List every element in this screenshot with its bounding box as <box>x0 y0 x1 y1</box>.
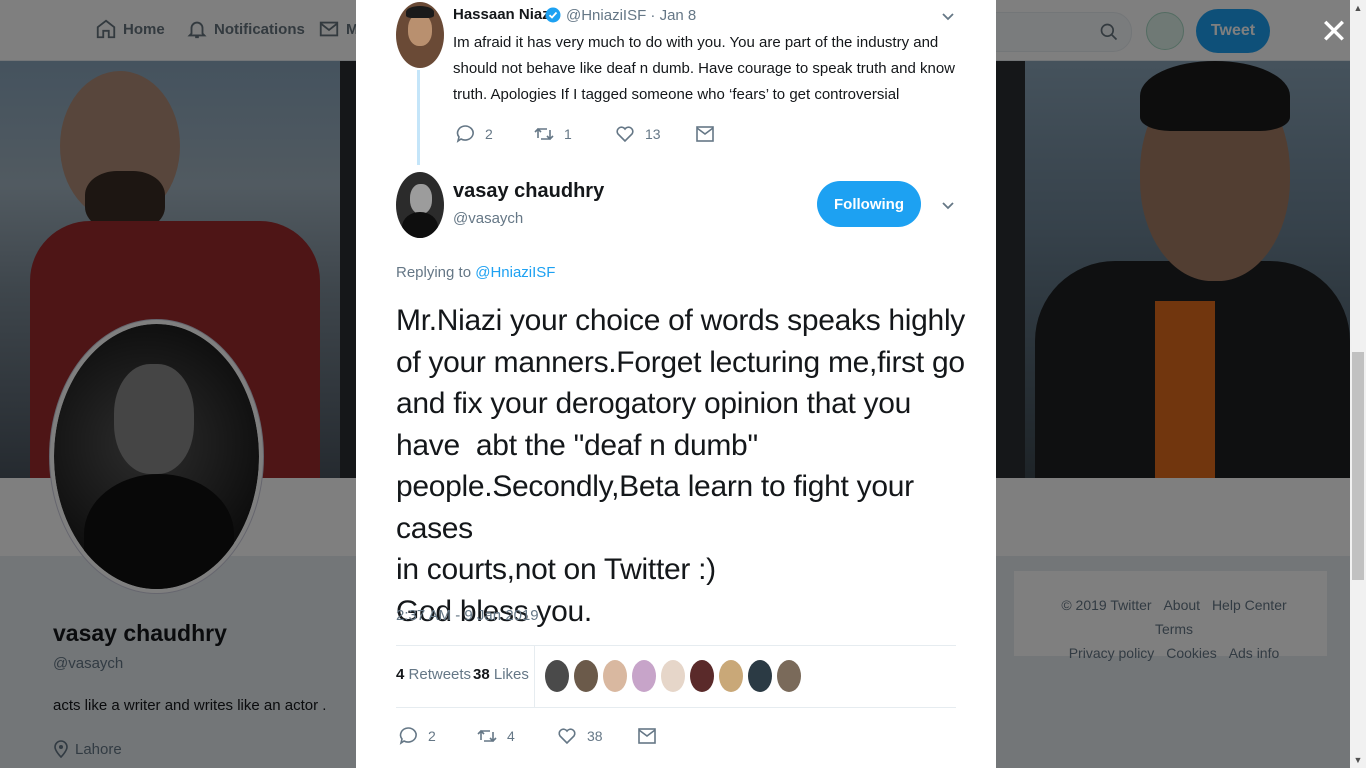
tweet-stats: 4 Retweets 38 Likes <box>396 645 956 708</box>
dm-action[interactable] <box>637 726 657 746</box>
author-avatar[interactable] <box>396 172 444 238</box>
retweets-stat[interactable]: 4 Retweets <box>396 666 471 683</box>
parent-reply-count: 2 <box>485 126 493 142</box>
replying-to-link[interactable]: @HniaziISF <box>475 264 555 281</box>
parent-like-count: 13 <box>645 126 661 142</box>
parent-tweet[interactable]: Hassaan Niazi @HniaziISF · Jan 8 Im afra… <box>356 0 996 168</box>
stats-divider <box>534 646 535 707</box>
close-icon[interactable]: ✕ <box>1318 14 1350 50</box>
scroll-down-icon[interactable]: ▼ <box>1350 752 1366 768</box>
liker-avatar[interactable] <box>690 660 714 692</box>
heart-icon <box>616 126 634 143</box>
reply-count: 2 <box>428 728 436 744</box>
author-handle[interactable]: @vasaych <box>453 210 523 227</box>
tweet-text: Mr.Niazi your choice of words speaks hig… <box>396 304 966 628</box>
liker-avatars <box>545 660 801 692</box>
retweet-icon <box>477 729 497 743</box>
liker-avatar[interactable] <box>632 660 656 692</box>
thread-line <box>417 70 420 165</box>
following-button[interactable]: Following <box>817 181 921 227</box>
scrollbar-thumb[interactable] <box>1352 352 1364 580</box>
chevron-down-icon[interactable] <box>940 9 956 25</box>
like-action[interactable]: 38 <box>557 726 603 746</box>
like-count: 38 <box>473 666 490 683</box>
retweet-action-count: 4 <box>507 728 515 744</box>
tweet-modal: Hassaan Niazi @HniaziISF · Jan 8 Im afra… <box>356 0 996 768</box>
liker-avatar[interactable] <box>603 660 627 692</box>
parent-reply-action[interactable]: 2 <box>455 124 493 144</box>
liker-avatar[interactable] <box>748 660 772 692</box>
chevron-down-icon[interactable] <box>940 198 956 214</box>
replying-to: Replying to @HniaziISF <box>396 264 555 281</box>
parent-author-name[interactable]: Hassaan Niazi <box>453 6 554 23</box>
like-label: Likes <box>493 666 529 683</box>
liker-avatar[interactable] <box>777 660 801 692</box>
parent-dm-action[interactable] <box>695 124 715 144</box>
scroll-up-icon[interactable]: ▲ <box>1350 0 1366 16</box>
liker-avatar[interactable] <box>574 660 598 692</box>
parent-handle-date[interactable]: @HniaziISF · Jan 8 <box>566 7 696 24</box>
verified-badge-icon <box>545 7 561 23</box>
parent-tweet-text: Im afraid it has very much to do with yo… <box>453 34 955 103</box>
replying-prefix: Replying to <box>396 264 472 281</box>
parent-avatar[interactable] <box>396 2 444 68</box>
likes-stat[interactable]: 38 Likes <box>473 666 529 683</box>
tweet-timestamp[interactable]: 2:37 AM - 9 Jan 2019 <box>396 607 539 624</box>
envelope-icon <box>696 126 714 142</box>
like-action-count: 38 <box>587 728 603 744</box>
parent-retweet-action[interactable]: 1 <box>534 124 572 144</box>
retweet-label: Retweets <box>408 666 472 683</box>
liker-avatar[interactable] <box>545 660 569 692</box>
heart-icon <box>558 728 576 745</box>
liker-avatar[interactable] <box>661 660 685 692</box>
liker-avatar[interactable] <box>719 660 743 692</box>
reply-icon <box>399 727 417 745</box>
parent-retweet-count: 1 <box>564 126 572 142</box>
parent-like-action[interactable]: 13 <box>615 124 661 144</box>
retweet-count: 4 <box>396 666 405 683</box>
reply-action[interactable]: 2 <box>398 726 436 746</box>
author-name[interactable]: vasay chaudhry <box>453 180 604 203</box>
retweet-icon <box>534 127 554 141</box>
reply-icon <box>456 125 474 143</box>
envelope-icon <box>638 728 656 744</box>
retweet-action[interactable]: 4 <box>477 726 515 746</box>
